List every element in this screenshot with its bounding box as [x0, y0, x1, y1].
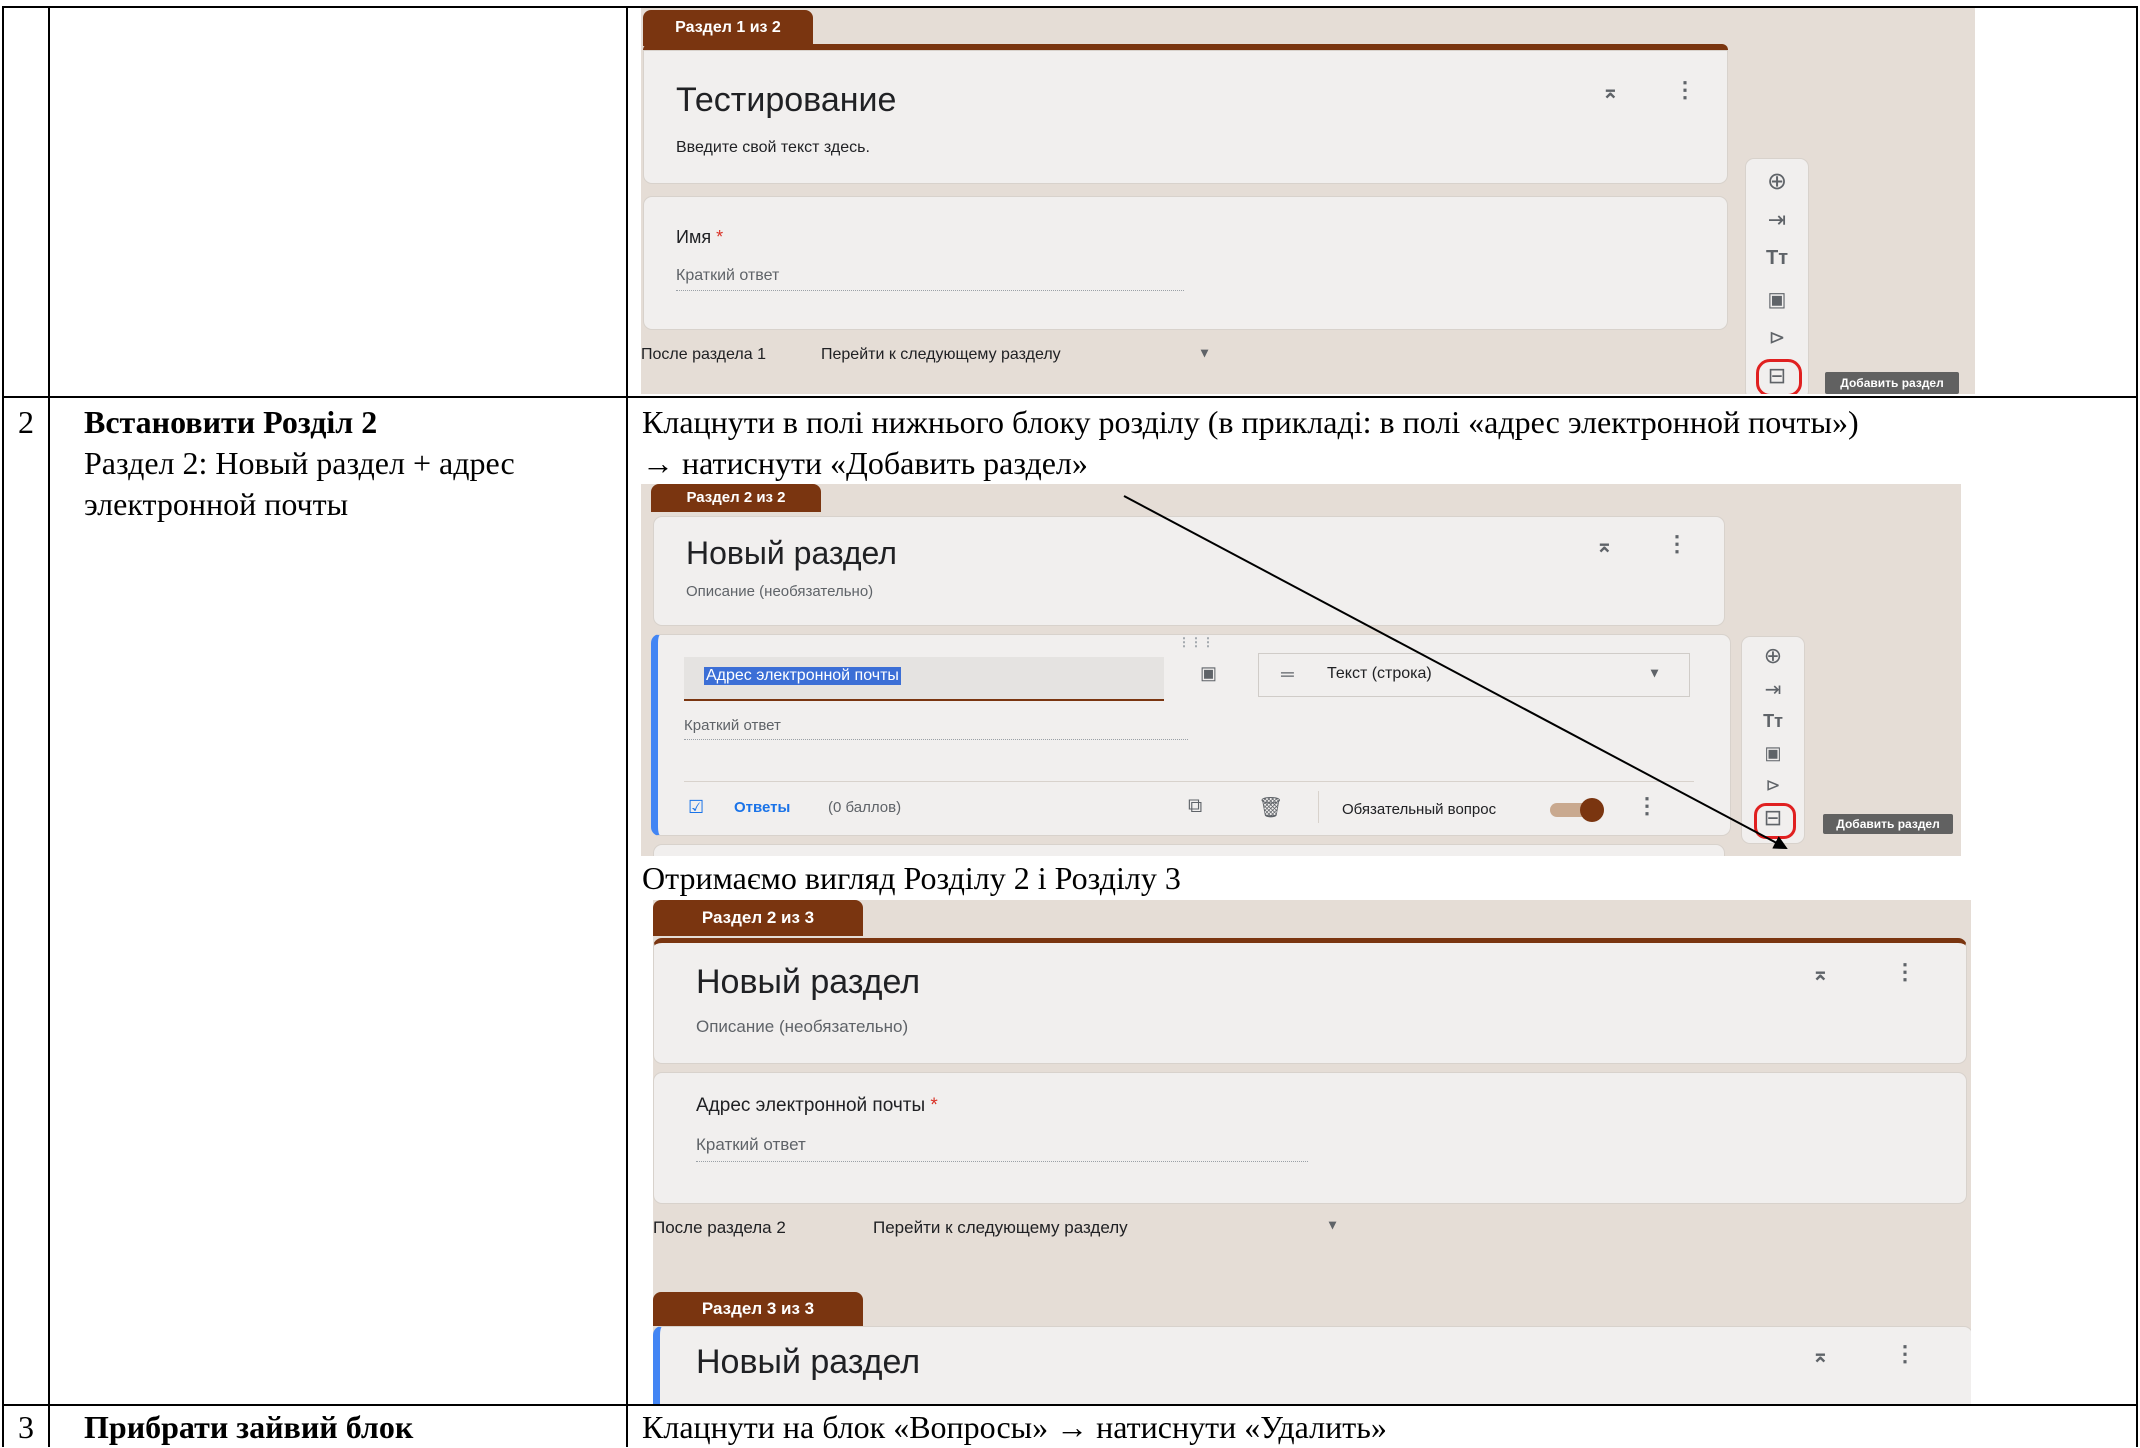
more-vert-icon[interactable]: ⋮ — [1894, 1341, 1916, 1367]
question-label: Адрес электронной почты — [696, 1095, 926, 1116]
arrow-line — [1123, 495, 1788, 849]
collapse-icon[interactable]: ⌅ — [1812, 961, 1829, 986]
section-header-card[interactable]: Новый раздел ⌅ ⋮ — [653, 1326, 1971, 1404]
answer-underline — [696, 1161, 1308, 1162]
required-mark: * — [930, 1095, 938, 1116]
screenshot-section-3: Раздел 2 из 3 Новый раздел Описание (нео… — [653, 900, 1971, 1404]
after-section-label: После раздела 2 — [653, 1218, 786, 1237]
dropdown-icon[interactable]: ▾ — [1329, 1216, 1336, 1233]
collapse-icon[interactable]: ⌅ — [1812, 1343, 1829, 1368]
section-tab: Раздел 2 из 3 — [653, 900, 863, 936]
after-section-select[interactable]: Перейти к следующему разделу — [873, 1218, 1128, 1238]
section-description: Описание (необязательно) — [696, 1017, 909, 1036]
section-tab: Раздел 3 из 3 — [653, 1292, 863, 1326]
section-title: Новый раздел — [696, 1343, 921, 1381]
section-title: Новый раздел — [696, 963, 921, 1001]
question-title: Адрес электронной почты * — [696, 1095, 938, 1117]
answer-placeholder: Краткий ответ — [696, 1135, 806, 1154]
more-vert-icon[interactable]: ⋮ — [1894, 959, 1916, 985]
question-card[interactable]: Адрес электронной почты * Краткий ответ — [653, 1072, 1967, 1204]
section-header-card[interactable]: Новый раздел Описание (необязательно) ⌅ … — [653, 938, 1967, 1064]
